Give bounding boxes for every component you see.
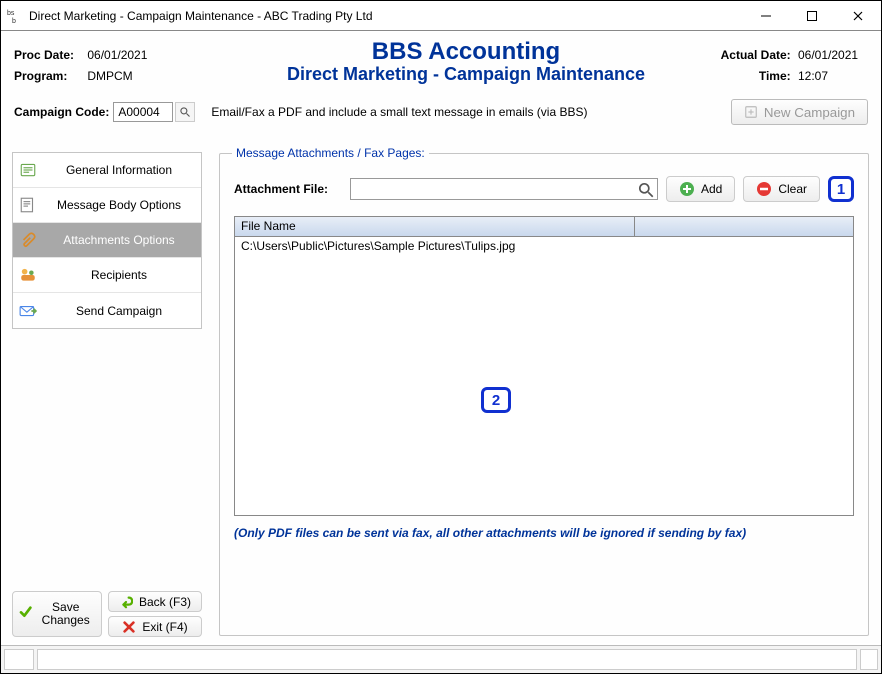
back-icon <box>119 595 133 609</box>
callout-1: 1 <box>828 176 854 202</box>
attachment-file-input[interactable] <box>350 178 658 200</box>
close-button[interactable] <box>835 1 881 31</box>
message-icon <box>19 196 37 214</box>
sidebar-item-label: Message Body Options <box>43 198 195 212</box>
sidebar-item-attachments-options[interactable]: Attachments Options <box>13 223 201 258</box>
table-header: File Name <box>235 217 853 237</box>
app-title: BBS Accounting <box>244 38 688 66</box>
attachments-table[interactable]: File Name C:\Users\Public\Pictures\Sampl… <box>234 216 854 516</box>
status-cell <box>4 649 34 670</box>
groupbox-title: Message Attachments / Fax Pages: <box>232 146 429 160</box>
nav-list: General Information Message Body Options… <box>12 152 202 329</box>
save-changes-button[interactable]: Save Changes <box>12 591 102 637</box>
program-value: DMPCM <box>87 69 132 83</box>
new-campaign-icon <box>744 105 758 119</box>
body: General Information Message Body Options… <box>12 152 870 637</box>
sidebar-item-recipients[interactable]: Recipients <box>13 258 201 293</box>
proc-date-label: Proc Date: <box>14 48 84 62</box>
sidebar-item-label: Recipients <box>43 268 195 282</box>
maximize-button[interactable] <box>789 1 835 31</box>
info-icon <box>19 161 37 179</box>
campaign-row: Campaign Code: Email/Fax a PDF and inclu… <box>2 89 880 133</box>
save-changes-label: Save Changes <box>36 601 95 627</box>
send-icon <box>19 302 37 320</box>
attachment-file-label: Attachment File: <box>234 182 342 196</box>
content: Message Attachments / Fax Pages: Attachm… <box>218 152 870 637</box>
title-bar: bsb Direct Marketing - Campaign Maintena… <box>1 1 881 31</box>
fax-note: (Only PDF files can be sent via fax, all… <box>234 526 854 540</box>
header: Proc Date: 06/01/2021 BBS Accounting Act… <box>2 32 880 89</box>
app-subtitle: Direct Marketing - Campaign Maintenance <box>244 64 688 85</box>
sidebar: General Information Message Body Options… <box>12 152 202 637</box>
campaign-code-label: Campaign Code: <box>14 105 109 119</box>
time-label: Time: <box>759 69 791 83</box>
exit-label: Exit (F4) <box>142 620 187 634</box>
clear-icon <box>756 181 772 197</box>
status-cell <box>37 649 857 670</box>
actual-date-label: Actual Date: <box>721 48 791 62</box>
status-bar <box>1 645 881 673</box>
attachment-row: Attachment File: Add Clear 1 <box>234 176 854 202</box>
back-button[interactable]: Back (F3) <box>108 591 202 612</box>
back-label: Back (F3) <box>139 595 191 609</box>
exit-icon <box>122 620 136 634</box>
sidebar-item-label: Send Campaign <box>43 304 195 318</box>
proc-date-value: 06/01/2021 <box>87 48 147 62</box>
svg-text:b: b <box>12 18 16 24</box>
client-area: Proc Date: 06/01/2021 BBS Accounting Act… <box>2 32 880 643</box>
actual-date-value: 06/01/2021 <box>798 48 868 62</box>
sidebar-item-message-body-options[interactable]: Message Body Options <box>13 188 201 223</box>
check-icon <box>19 605 32 623</box>
exit-button[interactable]: Exit (F4) <box>108 616 202 637</box>
svg-text:bs: bs <box>7 10 15 17</box>
new-campaign-button[interactable]: New Campaign <box>731 99 868 125</box>
attachments-groupbox: Message Attachments / Fax Pages: Attachm… <box>219 153 869 636</box>
attachment-browse-button[interactable] <box>637 181 655 199</box>
sidebar-item-label: General Information <box>43 163 195 177</box>
add-icon <box>679 181 695 197</box>
column-file-name[interactable]: File Name <box>235 217 635 236</box>
time-value: 12:07 <box>798 69 868 83</box>
clear-button[interactable]: Clear <box>743 176 820 202</box>
sidebar-buttons: Save Changes Back (F3) Exit (F4) <box>12 591 202 637</box>
campaign-description: Email/Fax a PDF and include a small text… <box>211 105 731 119</box>
status-cell <box>860 649 878 670</box>
new-campaign-label: New Campaign <box>764 105 855 120</box>
recipients-icon <box>19 266 37 284</box>
add-label: Add <box>701 182 722 196</box>
callout-2: 2 <box>481 387 511 413</box>
window-title: Direct Marketing - Campaign Maintenance … <box>29 9 743 23</box>
window-controls <box>743 1 881 31</box>
cell-file-name: C:\Users\Public\Pictures\Sample Pictures… <box>235 237 521 255</box>
add-button[interactable]: Add <box>666 176 735 202</box>
app-icon: bsb <box>7 8 23 24</box>
sidebar-item-general-information[interactable]: General Information <box>13 153 201 188</box>
attachment-icon <box>19 231 37 249</box>
sidebar-item-send-campaign[interactable]: Send Campaign <box>13 293 201 328</box>
program-label: Program: <box>14 69 84 83</box>
campaign-lookup-button[interactable] <box>175 102 195 122</box>
clear-label: Clear <box>778 182 807 196</box>
sidebar-item-label: Attachments Options <box>43 233 195 247</box>
minimize-button[interactable] <box>743 1 789 31</box>
campaign-code-input[interactable] <box>113 102 173 122</box>
table-row[interactable]: C:\Users\Public\Pictures\Sample Pictures… <box>235 237 853 255</box>
